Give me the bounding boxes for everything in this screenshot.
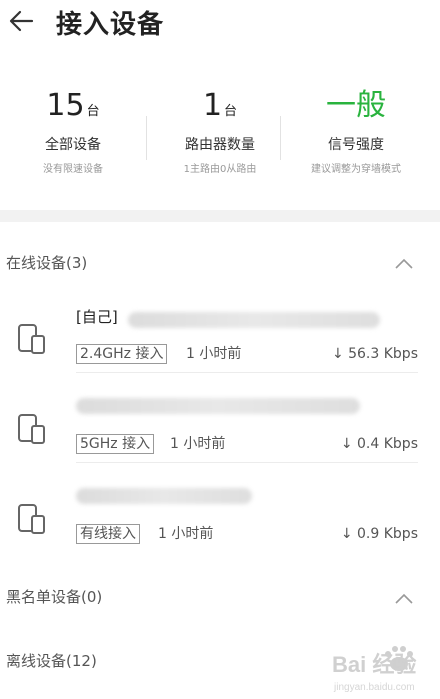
download-speed: ↓ 0.4 Kbps (340, 436, 418, 452)
stat-value: 1 (202, 88, 223, 123)
device-icon (18, 324, 45, 354)
stat-sub: 建议调整为穿墙模式 (311, 164, 401, 175)
stat-router-count[interactable]: 1台 路由器数量 1主路由0从路由 (147, 86, 293, 175)
stat-label: 路由器数量 (185, 137, 255, 153)
stat-signal-strength[interactable]: 一般 信号强度 建议调整为穿墙模式 (281, 86, 431, 175)
stat-sub: 没有限速设备 (43, 164, 103, 175)
device-icon (18, 504, 45, 534)
divider (76, 462, 418, 463)
watermark-text: Bai 经验 (332, 652, 416, 677)
last-seen: 1 小时前 (158, 526, 214, 542)
watermark-sub: jingyan.baidu.com (333, 682, 415, 693)
device-row[interactable]: [自己] 2.4GHz 接入 1 小时前 ↓ 56.3 Kbps (0, 302, 440, 392)
section-offline-title[interactable]: 离线设备(12) (6, 650, 97, 671)
blurred-name (76, 398, 360, 414)
connection-tag: 2.4GHz 接入 (76, 344, 168, 364)
last-seen: 1 小时前 (186, 346, 242, 362)
stat-label: 信号强度 (328, 137, 384, 153)
chevron-up-icon[interactable] (394, 593, 414, 605)
connection-tag: 5GHz 接入 (76, 434, 155, 454)
baidu-jingyan-watermark: Bai 经验 jingyan.baidu.com (330, 640, 435, 695)
divider (76, 372, 418, 373)
device-row[interactable]: 5GHz 接入 1 小时前 ↓ 0.4 Kbps (0, 392, 440, 482)
stats-panel: 15 台 全部设备 没有限速设备 1台 路由器数量 1主路由0从路由 一般 信号强… (0, 86, 440, 186)
chevron-up-icon[interactable] (394, 258, 414, 270)
blurred-name (76, 488, 252, 504)
stat-unit: 台 (224, 104, 238, 119)
stat-sub: 1主路由0从路由 (183, 164, 257, 175)
stat-value: 一般 (326, 88, 386, 123)
stat-value: 15 (46, 88, 85, 123)
stat-unit: 台 (86, 104, 100, 119)
connection-tag: 有线接入 (76, 524, 140, 544)
page-title: 接入设备 (56, 10, 165, 40)
stat-all-devices[interactable]: 15 台 全部设备 没有限速设备 (0, 86, 146, 175)
section-separator (0, 210, 440, 222)
device-row[interactable]: 有线接入 1 小时前 ↓ 0.9 Kbps (0, 482, 440, 572)
section-blacklist-title[interactable]: 黑名单设备(0) (6, 586, 102, 607)
device-icon (18, 414, 45, 444)
stat-label: 全部设备 (45, 137, 101, 153)
download-speed: ↓ 56.3 Kbps (331, 346, 418, 362)
back-arrow-icon[interactable] (6, 6, 36, 36)
watermark-logo-icon: Bai 经验 jingyan.baidu.com (332, 646, 416, 693)
section-online-title[interactable]: 在线设备(3) (6, 252, 87, 273)
device-name: [自己] (76, 308, 118, 326)
app-header: 接入设备 (0, 0, 440, 50)
blurred-name (128, 312, 380, 328)
download-speed: ↓ 0.9 Kbps (340, 526, 418, 542)
last-seen: 1 小时前 (170, 436, 226, 452)
